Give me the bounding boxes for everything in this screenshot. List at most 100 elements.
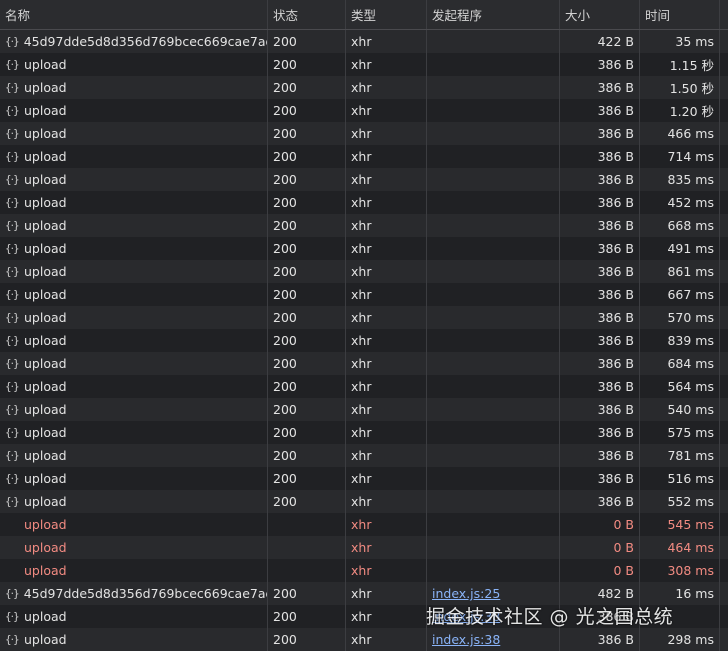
type-cell: xhr <box>346 191 427 214</box>
status-cell: 200 <box>268 582 346 605</box>
request-name-cell: {·} upload <box>0 306 268 329</box>
xhr-icon: {·} <box>5 334 20 347</box>
xhr-icon: {·} <box>5 380 20 393</box>
initiator-cell <box>427 536 560 559</box>
column-header-truncated[interactable] <box>720 0 728 29</box>
table-row[interactable]: upload xhr 0 B 308 ms <box>0 559 728 582</box>
request-name: 45d97dde5d8d356d769bcec669cae7ad <box>23 586 268 601</box>
table-row[interactable]: {·} upload 200 xhr 386 B 1.15 秒 <box>0 53 728 76</box>
type-cell: xhr <box>346 76 427 99</box>
request-name-cell: {·} upload <box>0 398 268 421</box>
table-row[interactable]: {·} upload 200 xhr 386 B 1.50 秒 <box>0 76 728 99</box>
request-name-cell: {·} upload <box>0 99 268 122</box>
table-row[interactable]: upload xhr 0 B 464 ms <box>0 536 728 559</box>
initiator-link[interactable]: index.js:25 <box>432 586 500 601</box>
initiator-link[interactable]: index.js:38 <box>432 632 500 647</box>
xhr-icon: {·} <box>5 587 20 600</box>
column-header-time[interactable]: 时间 <box>640 0 720 29</box>
size-cell: 386 B <box>560 352 640 375</box>
type-cell: xhr <box>346 628 427 651</box>
request-name: upload <box>24 172 67 187</box>
time-cell: 684 ms <box>640 352 720 375</box>
initiator-cell <box>427 375 560 398</box>
table-row[interactable]: {·} upload 200 xhr 386 B 575 ms <box>0 421 728 444</box>
initiator-cell <box>427 122 560 145</box>
request-name: upload <box>24 425 67 440</box>
table-row[interactable]: {·} upload 200 xhr 386 B 570 ms <box>0 306 728 329</box>
network-request-table: 名称 状态 类型 发起程序 大小 时间 {·} 45d97dde5d8d356d7… <box>0 0 728 651</box>
column-header-name[interactable]: 名称 <box>0 0 268 29</box>
truncated-cell <box>720 306 728 329</box>
time-cell: 839 ms <box>640 329 720 352</box>
status-cell: 200 <box>268 444 346 467</box>
table-row[interactable]: {·} upload 200 xhr 386 B 839 ms <box>0 329 728 352</box>
table-row[interactable]: {·} upload 200 xhr 386 B 1.20 秒 <box>0 99 728 122</box>
truncated-cell <box>720 191 728 214</box>
time-cell: 298 ms <box>640 628 720 651</box>
type-cell: xhr <box>346 467 427 490</box>
request-name: upload <box>24 195 67 210</box>
request-name: upload <box>24 126 67 141</box>
table-row[interactable]: {·} upload 200 xhr 386 B 835 ms <box>0 168 728 191</box>
status-cell: 200 <box>268 490 346 513</box>
table-row[interactable]: {·} upload 200 xhr 386 B 684 ms <box>0 352 728 375</box>
size-cell: 0 B <box>560 536 640 559</box>
column-header-size[interactable]: 大小 <box>560 0 640 29</box>
status-cell: 200 <box>268 306 346 329</box>
size-cell: 386 B <box>560 191 640 214</box>
truncated-cell <box>720 99 728 122</box>
xhr-icon: {·} <box>5 472 20 485</box>
table-row[interactable]: {·} upload 200 xhr index.js:38 386 B 298 ms <box>0 628 728 651</box>
table-row[interactable]: upload xhr 0 B 545 ms <box>0 513 728 536</box>
table-row[interactable]: {·} upload 200 xhr 386 B 516 ms <box>0 467 728 490</box>
table-row[interactable]: {·} upload 200 xhr 386 B 466 ms <box>0 122 728 145</box>
table-row[interactable]: {·} upload 200 xhr 386 B 452 ms <box>0 191 728 214</box>
table-row[interactable]: {·} upload 200 xhr 386 B 540 ms <box>0 398 728 421</box>
time-cell: 570 ms <box>640 306 720 329</box>
table-row[interactable]: {·} upload 200 xhr 386 B 564 ms <box>0 375 728 398</box>
table-row[interactable]: {·} 45d97dde5d8d356d769bcec669cae7ad 200 xh… <box>0 30 728 53</box>
time-cell: 575 ms <box>640 421 720 444</box>
type-cell: xhr <box>346 352 427 375</box>
table-row[interactable]: {·} upload 200 xhr 386 B 781 ms <box>0 444 728 467</box>
size-cell: 386 B <box>560 260 640 283</box>
time-cell: 552 ms <box>640 490 720 513</box>
size-cell: 386 B <box>560 375 640 398</box>
truncated-cell <box>720 352 728 375</box>
request-name: upload <box>24 494 67 509</box>
request-name-cell: {·} upload <box>0 191 268 214</box>
truncated-cell <box>720 145 728 168</box>
table-row[interactable]: {·} upload 200 xhr 386 B 491 ms <box>0 237 728 260</box>
size-cell: 422 B <box>560 30 640 53</box>
request-name: upload <box>24 310 67 325</box>
table-row[interactable]: {·} upload 200 xhr 386 B 714 ms <box>0 145 728 168</box>
initiator-cell <box>427 237 560 260</box>
type-cell: xhr <box>346 329 427 352</box>
table-row[interactable]: {·} upload 200 xhr 386 B 667 ms <box>0 283 728 306</box>
type-cell: xhr <box>346 582 427 605</box>
request-name: upload <box>24 540 67 555</box>
type-cell: xhr <box>346 536 427 559</box>
request-name-cell: {·} upload <box>0 237 268 260</box>
initiator-cell <box>427 99 560 122</box>
request-name-cell: {·} upload <box>0 467 268 490</box>
size-cell: 386 B <box>560 214 640 237</box>
table-row[interactable]: {·} upload 200 xhr 386 B 552 ms <box>0 490 728 513</box>
type-cell: xhr <box>346 444 427 467</box>
request-name: upload <box>24 218 67 233</box>
table-row[interactable]: {·} upload 200 xhr 386 B 861 ms <box>0 260 728 283</box>
request-name-cell: {·} upload <box>0 145 268 168</box>
initiator-cell <box>427 398 560 421</box>
size-cell: 0 B <box>560 513 640 536</box>
time-cell: 464 ms <box>640 536 720 559</box>
time-cell: 491 ms <box>640 237 720 260</box>
table-row[interactable]: {·} upload 200 xhr 386 B 668 ms <box>0 214 728 237</box>
status-cell: 200 <box>268 283 346 306</box>
status-cell <box>268 536 346 559</box>
column-header-status[interactable]: 状态 <box>268 0 346 29</box>
size-cell: 386 B <box>560 306 640 329</box>
xhr-icon: {·} <box>5 150 20 163</box>
column-header-initiator[interactable]: 发起程序 <box>427 0 560 29</box>
column-header-type[interactable]: 类型 <box>346 0 427 29</box>
truncated-cell <box>720 582 728 605</box>
